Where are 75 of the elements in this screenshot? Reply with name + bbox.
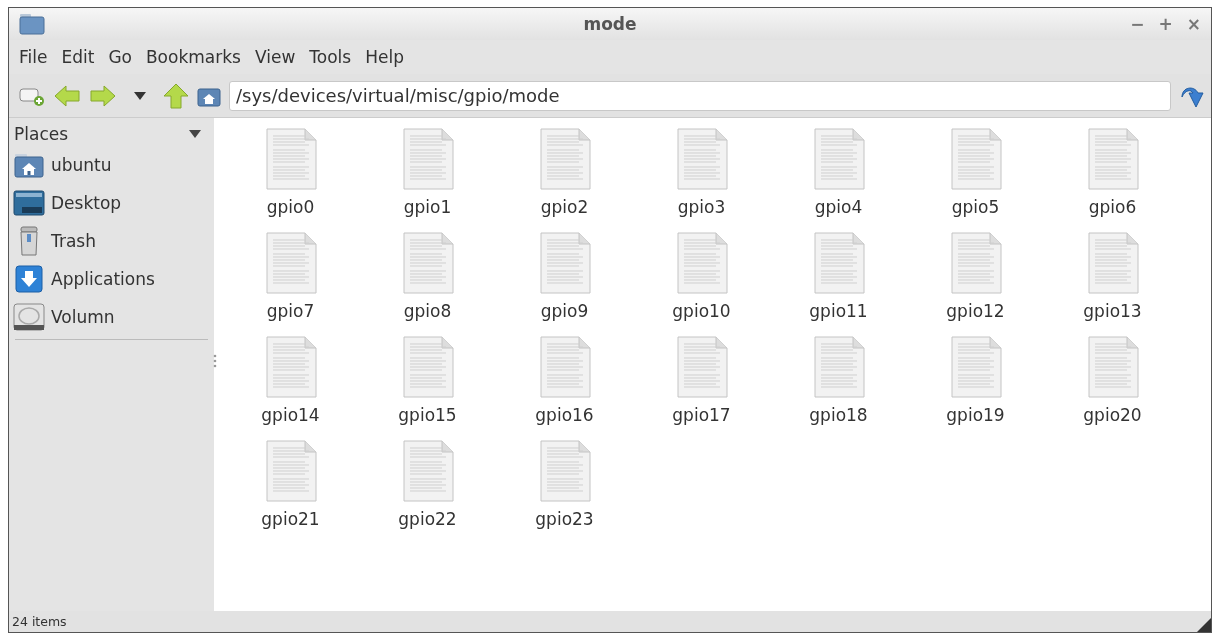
file-name: gpio22: [398, 509, 457, 529]
text-file-icon: [675, 232, 728, 294]
dropdown-arrow-icon[interactable]: [133, 90, 147, 101]
file-name: gpio2: [540, 197, 589, 217]
desktop-icon: [13, 190, 45, 216]
file-name: gpio23: [535, 509, 594, 529]
menu-item[interactable]: Edit: [55, 45, 101, 69]
window-title: mode: [583, 14, 637, 34]
text-file-icon: [401, 336, 454, 398]
folder-icon: [19, 13, 45, 35]
sidebar-item[interactable]: Desktop: [9, 184, 214, 222]
hard-drive-icon: [13, 303, 45, 331]
file-name: gpio19: [946, 405, 1005, 425]
menu-item[interactable]: File: [13, 45, 54, 69]
sidebar-item[interactable]: Volumn: [9, 298, 214, 336]
status-text: 24 items: [12, 614, 67, 629]
file-name: gpio15: [398, 405, 457, 425]
path-field[interactable]: /sys/devices/virtual/misc/gpio/mode: [229, 80, 1171, 111]
text-file-icon: [264, 128, 317, 190]
file-name: gpio7: [266, 301, 315, 321]
text-file-icon: [264, 440, 317, 502]
file-name: gpio11: [809, 301, 868, 321]
file-name: gpio10: [672, 301, 731, 321]
menu-item[interactable]: Go: [102, 45, 138, 69]
text-file-icon: [401, 232, 454, 294]
file-name: gpio3: [677, 197, 726, 217]
home-folder-icon: [14, 152, 44, 178]
text-file-icon: [264, 336, 317, 398]
file-name: gpio5: [951, 197, 1000, 217]
text-file-icon: [1086, 336, 1139, 398]
text-file-icon: [538, 336, 591, 398]
file-name: gpio13: [1083, 301, 1142, 321]
text-file-icon: [538, 232, 591, 294]
file-name: gpio6: [1088, 197, 1137, 217]
text-file-icon: [675, 336, 728, 398]
sidebar-item[interactable]: Trash: [9, 222, 214, 260]
file-name: gpio12: [946, 301, 1005, 321]
menu-item[interactable]: Bookmarks: [139, 45, 247, 69]
trash-can-icon: [19, 226, 39, 256]
file-name: gpio20: [1083, 405, 1142, 425]
text-file-icon: [1086, 232, 1139, 294]
file-name: gpio16: [535, 405, 594, 425]
text-file-icon: [812, 128, 865, 190]
file-name: gpio14: [261, 405, 320, 425]
text-file-icon: [1086, 128, 1139, 190]
file-name: gpio18: [809, 405, 868, 425]
text-file-icon: [812, 232, 865, 294]
menu-item[interactable]: Help: [359, 45, 410, 69]
menu-item[interactable]: Tools: [303, 45, 358, 69]
close-button[interactable]: ×: [1186, 14, 1201, 34]
dropdown-arrow-icon[interactable]: [188, 129, 202, 139]
places-heading: Places: [14, 124, 69, 144]
text-file-icon: [675, 128, 728, 190]
text-file-icon: [812, 336, 865, 398]
file-name: gpio0: [266, 197, 315, 217]
text-file-icon: [401, 440, 454, 502]
maximize-button[interactable]: +: [1158, 14, 1173, 34]
menu-item[interactable]: View: [248, 45, 302, 69]
file-name: gpio1: [403, 197, 452, 217]
text-file-icon: [264, 232, 317, 294]
resize-corner-icon[interactable]: [1197, 618, 1211, 632]
text-file-icon: [949, 128, 1002, 190]
minimize-button[interactable]: −: [1130, 14, 1145, 34]
text-file-icon: [949, 336, 1002, 398]
sidebar-item[interactable]: ubuntu: [9, 146, 214, 184]
file-name: gpio21: [261, 509, 320, 529]
file-name: gpio8: [403, 301, 452, 321]
text-file-icon: [949, 232, 1002, 294]
file-name: gpio4: [814, 197, 863, 217]
text-file-icon: [538, 440, 591, 502]
file-name: gpio17: [672, 405, 731, 425]
sidebar-item[interactable]: Applications: [9, 260, 214, 298]
file-name: gpio9: [540, 301, 589, 321]
text-file-icon: [538, 128, 591, 190]
text-file-icon: [401, 128, 454, 190]
